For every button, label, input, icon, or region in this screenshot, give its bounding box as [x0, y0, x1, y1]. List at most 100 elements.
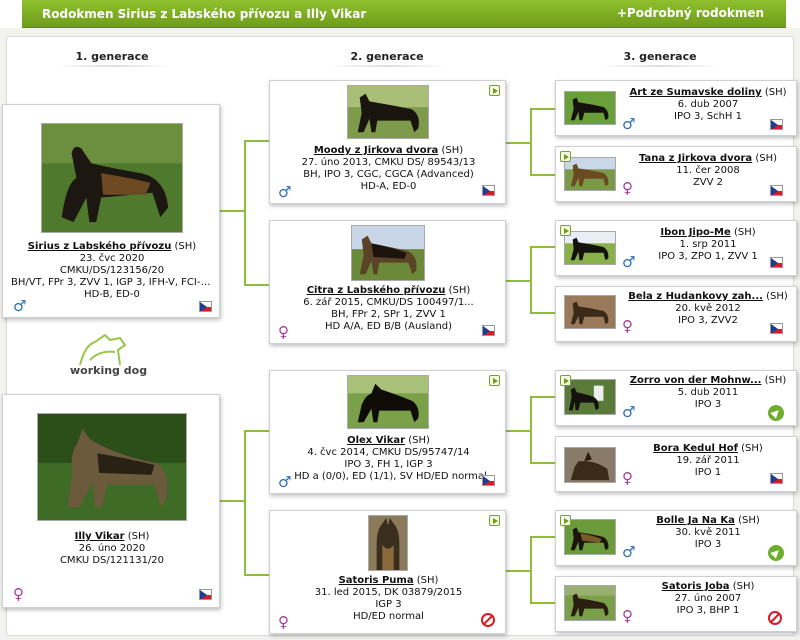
- dog-card-dam[interactable]: Illy Vikar (SH) 26. úno 2020 CMKU DS/121…: [2, 394, 220, 608]
- czech-flag-icon: [770, 323, 783, 334]
- dog-card[interactable]: Ibon Jipo-Me (SH) 1. srp 2011 IPO 3, ZPO…: [555, 220, 797, 276]
- female-icon: ♀: [622, 469, 633, 487]
- dog-card[interactable]: Bolle Ja Na Ka (SH) 30. kvě 2011 IPO 3 ♂: [555, 510, 797, 566]
- dog-info-line: 27. úno 2013, CMKU DS/ 89543/13: [301, 157, 476, 168]
- dog-card[interactable]: Zorro von der Mohnw... (SH) 5. dub 2011 …: [555, 370, 797, 426]
- czech-flag-icon: [199, 589, 212, 600]
- connector: [530, 108, 532, 176]
- dog-info-line: BH/VT, FPr 3, ZVV 1, IGP 3, IFH-V, FCI-S…: [11, 277, 217, 288]
- dog-info-line: HD A/A, ED B/B (Ausland): [324, 321, 453, 332]
- connector: [530, 462, 555, 464]
- dog-info-line: 20. kvě 2012: [675, 303, 741, 314]
- generation-1-label: 1. generace: [75, 50, 149, 63]
- breed-code: (SH): [741, 443, 763, 454]
- dog-card[interactable]: Citra z Labského přívozu (SH) 6. zář 201…: [269, 220, 506, 344]
- page-title: Rodokmen Sirius z Labského přívozu a Ill…: [42, 7, 367, 21]
- play-video-icon[interactable]: [560, 151, 571, 162]
- dog-photo[interactable]: [347, 85, 429, 139]
- female-icon: ♀: [622, 317, 633, 335]
- connector: [506, 570, 531, 572]
- dog-name-link[interactable]: Sirius z Labského přívozu: [28, 241, 172, 252]
- dog-photo[interactable]: [564, 519, 616, 555]
- connector: [530, 396, 555, 398]
- dog-name-link[interactable]: Zorro von der Mohnw...: [630, 375, 762, 386]
- dog-info-line: CMKU DS/121131/20: [59, 555, 165, 566]
- dog-photo[interactable]: [564, 231, 616, 265]
- breed-code: (SH): [127, 531, 150, 542]
- dog-name-link[interactable]: Illy Vikar: [75, 531, 125, 542]
- dog-name-link[interactable]: Ibon Jipo-Me: [660, 227, 730, 238]
- dog-card[interactable]: Bora Kedul Hof (SH) 19. zář 2011 IPO 1 ♀: [555, 436, 797, 492]
- breed-code: (SH): [441, 145, 464, 156]
- dog-photo[interactable]: [368, 515, 408, 571]
- dog-info-line: HD/ED normal: [353, 611, 424, 622]
- dog-name-link[interactable]: Bolle Ja Na Ka: [656, 515, 735, 526]
- play-video-icon[interactable]: [489, 515, 500, 526]
- dog-photo[interactable]: [564, 379, 616, 415]
- breed-code: (SH): [733, 227, 756, 238]
- dog-card[interactable]: Art ze Sumavske doliny (SH) 6. dub 2007 …: [555, 80, 797, 136]
- czech-flag-icon: [199, 301, 212, 312]
- dog-card[interactable]: Moody z Jirkova dvora (SH) 27. úno 2013,…: [269, 80, 506, 204]
- connector: [506, 430, 531, 432]
- play-video-icon[interactable]: [489, 375, 500, 386]
- generation-2-label: 2. generace: [350, 50, 424, 63]
- dog-photo[interactable]: [564, 295, 616, 329]
- male-icon: ♂: [13, 297, 27, 315]
- play-video-icon[interactable]: [489, 85, 500, 96]
- dog-name-link[interactable]: Citra z Labského přívozu: [307, 285, 446, 296]
- prohibited-icon: [481, 613, 495, 627]
- dog-photo[interactable]: [564, 91, 616, 125]
- male-icon: ♂: [622, 115, 636, 133]
- import-arrow-icon: [768, 545, 784, 561]
- connector: [530, 312, 555, 314]
- dog-card[interactable]: Satoris Puma (SH) 31. led 2015, DK 03879…: [269, 510, 506, 634]
- dog-name-link[interactable]: Bora Kedul Hof: [653, 443, 738, 454]
- dog-photo[interactable]: [41, 123, 183, 233]
- dog-photo[interactable]: [347, 375, 429, 429]
- dog-photo[interactable]: [564, 585, 616, 621]
- dog-card-sire[interactable]: Sirius z Labského přívozu (SH) 23. čvc 2…: [2, 104, 220, 318]
- female-icon: ♀: [622, 607, 633, 625]
- play-video-icon[interactable]: [560, 225, 571, 236]
- dog-photo[interactable]: [351, 225, 425, 281]
- dog-info-line: BH, IPO 3, CGC, CGCA (Advanced): [303, 169, 474, 180]
- male-icon: ♂: [622, 253, 636, 271]
- dog-card[interactable]: Olex Vikar (SH) 4. čvc 2014, CMKU DS/957…: [269, 370, 506, 494]
- breed-code: (SH): [755, 153, 778, 164]
- dog-info-line: 4. čvc 2014, CMKU DS/95747/14: [307, 447, 470, 458]
- dog-card[interactable]: Satoris Joba (SH) 27. úno 2007 IPO 3, BH…: [555, 576, 797, 632]
- dog-name-link[interactable]: Olex Vikar: [347, 435, 405, 446]
- dog-name-link[interactable]: Satoris Puma: [339, 575, 414, 586]
- breed-code: (SH): [732, 581, 755, 592]
- dog-name-link[interactable]: Satoris Joba: [662, 581, 730, 592]
- detailed-pedigree-link[interactable]: +Podrobný rodokmen: [617, 6, 764, 20]
- dog-info-line: HD-B, ED-0: [84, 289, 140, 300]
- dog-photo[interactable]: [37, 413, 187, 521]
- breed-code: (SH): [408, 435, 430, 446]
- connector: [244, 574, 269, 576]
- connector: [244, 140, 246, 286]
- dog-name-link[interactable]: Tana z Jirkova dvora: [639, 153, 752, 164]
- czech-flag-icon: [770, 473, 783, 484]
- connector: [220, 210, 245, 212]
- connector: [530, 396, 532, 464]
- czech-flag-icon: [482, 185, 495, 196]
- breed-code: (SH): [738, 515, 760, 526]
- dog-name-link[interactable]: Art ze Sumavske doliny: [629, 87, 761, 98]
- logo-text: working dog: [70, 364, 148, 377]
- connector: [244, 140, 269, 142]
- dog-name-link[interactable]: Bela z Hudankovy zah...: [628, 291, 763, 302]
- dog-photo[interactable]: [564, 157, 616, 191]
- dog-card[interactable]: Bela z Hudankovy zah... (SH) 20. kvě 201…: [555, 286, 797, 342]
- dog-card[interactable]: Tana z Jirkova dvora (SH) 11. čer 2008 Z…: [555, 146, 797, 202]
- play-video-icon[interactable]: [560, 375, 571, 386]
- play-video-icon[interactable]: [560, 515, 571, 526]
- connector: [244, 430, 246, 576]
- header-right-cap: [786, 0, 800, 28]
- male-icon: ♂: [622, 543, 636, 561]
- czech-flag-icon: [482, 475, 495, 486]
- dog-photo[interactable]: [564, 447, 616, 483]
- dog-info-line: IPO 3, FH 1, IGP 3: [344, 459, 433, 470]
- dog-name-link[interactable]: Moody z Jirkova dvora: [314, 145, 438, 156]
